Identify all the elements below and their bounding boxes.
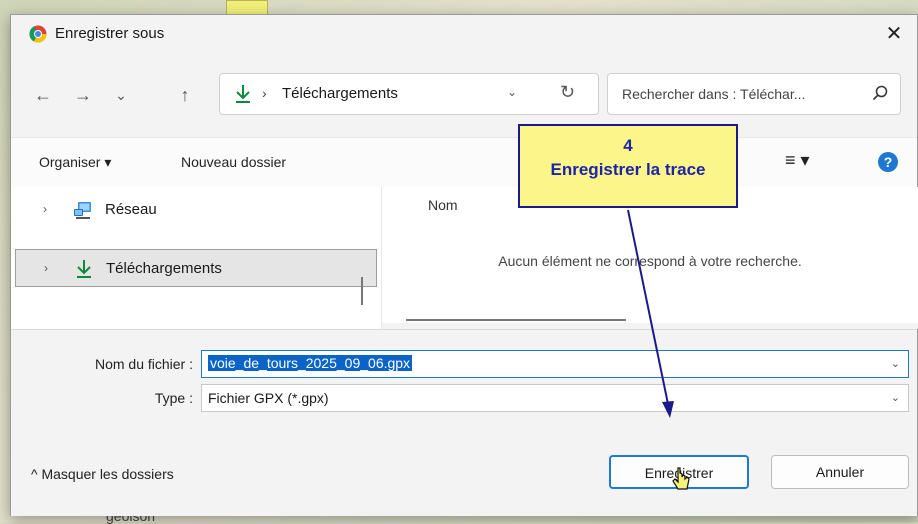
sidebar-item-label: Réseau xyxy=(105,201,157,218)
hide-folders-toggle[interactable]: ^ Masquer les dossiers xyxy=(31,466,174,482)
type-label: Type : xyxy=(154,390,193,406)
forward-arrow-icon[interactable]: → xyxy=(71,83,95,107)
filename-value[interactable]: voie_de_tours_2025_09_06.gpx xyxy=(208,355,413,371)
breadcrumb-location[interactable]: Téléchargements xyxy=(282,85,398,102)
network-icon xyxy=(74,202,91,219)
dialog-title: Enregistrer sous xyxy=(55,25,165,42)
callout-step-text: Enregistrer la trace xyxy=(550,160,706,179)
column-header-name[interactable]: Nom xyxy=(428,197,458,213)
expand-chevron-icon[interactable]: › xyxy=(44,261,48,275)
chevron-down-icon[interactable]: ⌄ xyxy=(891,391,900,404)
horizontal-scrollbar[interactable] xyxy=(406,319,626,321)
file-type-select[interactable]: Fichier GPX (*.gpx) ⌄ xyxy=(201,384,909,412)
search-icon[interactable] xyxy=(872,85,888,101)
expand-chevron-icon[interactable]: › xyxy=(43,202,47,216)
view-options-icon[interactable]: ≡ ▾ xyxy=(785,150,810,171)
command-toolbar: Organiser ▾ Nouveau dossier ≡ ▾ ? xyxy=(11,137,917,188)
navigation-bar: ← → ⌄ ↑ › Téléchargements ⌄ ↻ Rechercher… xyxy=(11,53,917,137)
tutorial-callout: 4 Enregistrer la trace xyxy=(518,124,738,208)
up-arrow-icon[interactable]: ↑ xyxy=(173,83,197,107)
file-type-value: Fichier GPX (*.gpx) xyxy=(208,390,329,406)
cancel-button[interactable]: Annuler xyxy=(771,455,909,489)
sidebar-scrollbar[interactable] xyxy=(361,277,363,305)
address-bar[interactable]: › Téléchargements ⌄ ↻ xyxy=(219,73,599,115)
filename-label: Nom du fichier : xyxy=(94,356,193,372)
sidebar-item-label: Téléchargements xyxy=(106,260,222,277)
new-folder-button[interactable]: Nouveau dossier xyxy=(181,154,286,170)
save-as-dialog: Enregistrer sous ✕ ← → ⌄ ↑ › Téléchargem… xyxy=(10,14,918,516)
empty-message: Aucun élément ne correspond à votre rech… xyxy=(498,253,802,269)
address-dropdown-icon[interactable]: ⌄ xyxy=(507,85,517,99)
download-icon xyxy=(77,260,91,278)
back-arrow-icon[interactable]: ← xyxy=(31,83,55,107)
search-box[interactable]: Rechercher dans : Téléchar... xyxy=(607,73,901,115)
download-icon xyxy=(236,85,250,103)
refresh-icon[interactable]: ↻ xyxy=(560,82,575,103)
organize-menu[interactable]: Organiser ▾ xyxy=(39,154,111,171)
breadcrumb-separator: › xyxy=(262,85,267,101)
save-form: Nom du fichier : voie_de_tours_2025_09_0… xyxy=(11,329,917,516)
file-list: Nom Aucun élément ne correspond à votre … xyxy=(381,187,918,329)
title-bar: Enregistrer sous ✕ xyxy=(11,15,917,53)
close-button[interactable]: ✕ xyxy=(879,19,909,49)
sidebar-item-downloads[interactable]: › Téléchargements xyxy=(15,249,377,287)
search-input[interactable]: Rechercher dans : Téléchar... xyxy=(622,86,805,102)
sidebar-item-network[interactable]: › Réseau xyxy=(15,191,377,229)
chrome-logo-icon xyxy=(29,25,47,43)
chevron-down-icon[interactable]: ⌄ xyxy=(891,357,900,370)
recent-locations-icon[interactable]: ⌄ xyxy=(109,83,133,107)
filename-field[interactable]: voie_de_tours_2025_09_06.gpx ⌄ xyxy=(201,350,909,378)
help-icon[interactable]: ? xyxy=(878,152,898,172)
callout-step-number: 4 xyxy=(623,136,633,155)
mouse-pointer-icon xyxy=(672,467,690,490)
navigation-pane: › Réseau › Téléchargements xyxy=(11,187,379,329)
